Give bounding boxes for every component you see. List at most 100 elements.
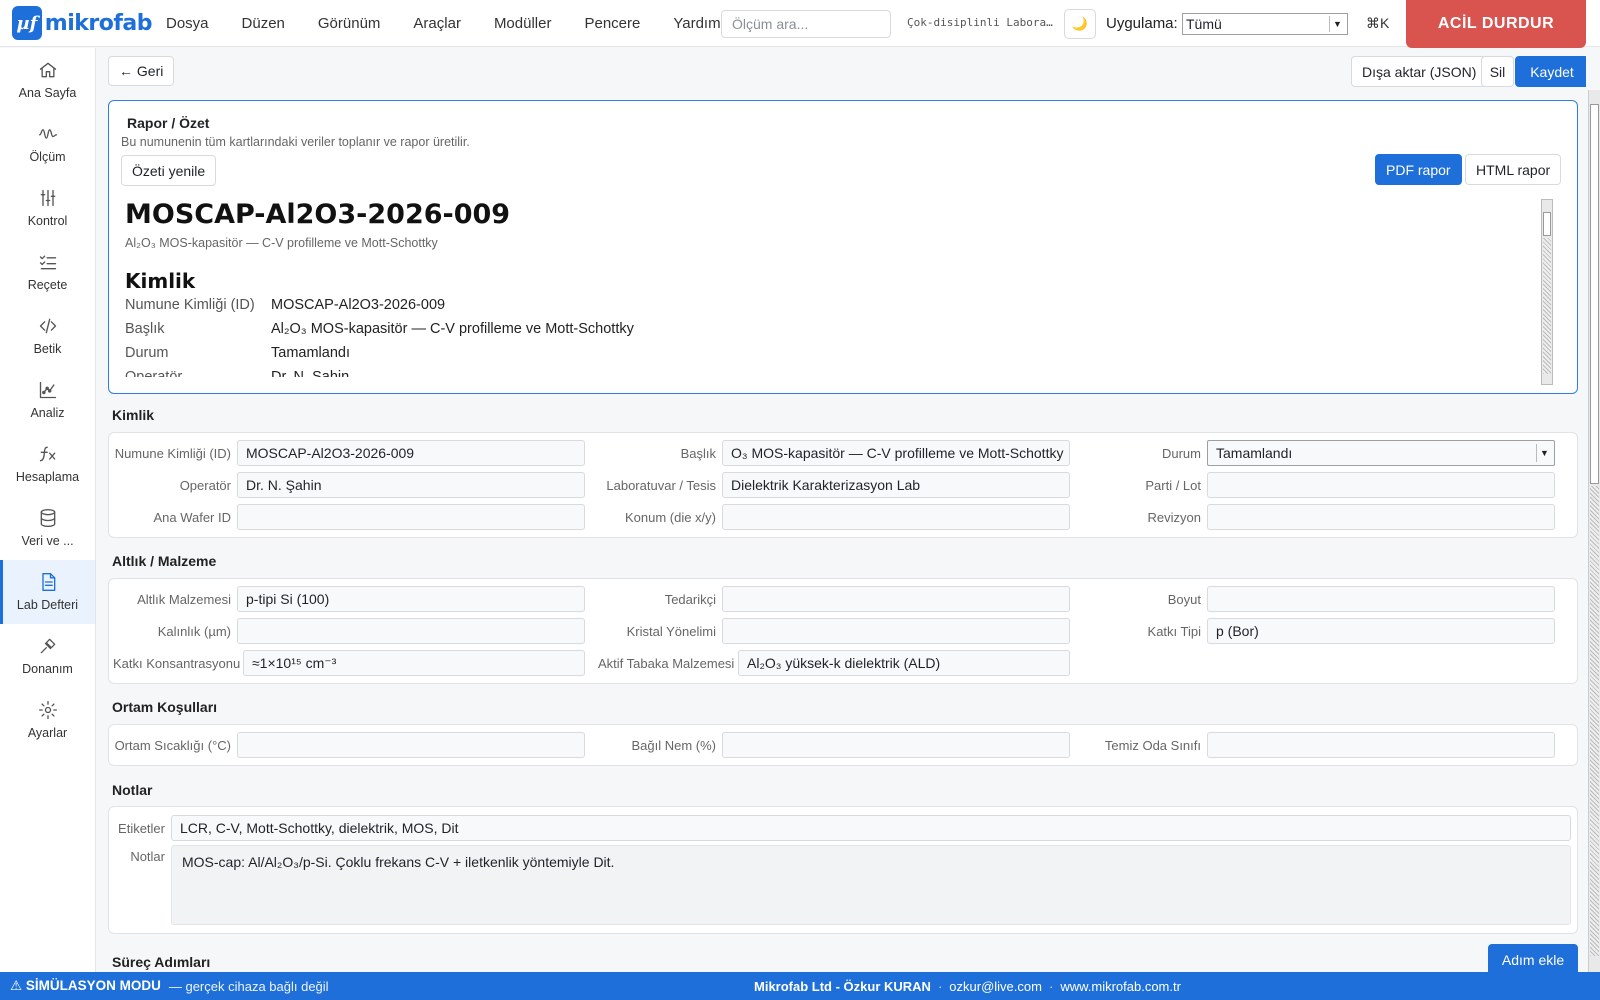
- sidebar-item-label: Hesaplama: [15, 470, 80, 484]
- humidity-field: Bağıl Nem (%): [598, 732, 1070, 758]
- html-report-button[interactable]: HTML rapor: [1465, 154, 1562, 185]
- status-bar: ⚠ SİMÜLASYON MODU — gerçek cihaza bağlı …: [0, 972, 1600, 1000]
- preview-row: Durum Tamamlandı: [125, 345, 350, 361]
- app-filter-select[interactable]: Tümü ▼: [1182, 13, 1348, 35]
- app-logo[interactable]: µf mikrofab: [12, 6, 153, 40]
- sidebar-item-settings[interactable]: Ayarlar: [0, 688, 95, 752]
- notes-card: Etiketler LCR, C-V, Mott-Schottky, diele…: [108, 806, 1578, 934]
- save-button[interactable]: Kaydet: [1515, 56, 1586, 87]
- search-input[interactable]: [721, 10, 891, 38]
- logo-badge: µf: [12, 6, 42, 40]
- humidity-input[interactable]: [722, 732, 1070, 758]
- command-palette-shortcut[interactable]: ⌘K: [1366, 15, 1389, 32]
- pdf-report-button[interactable]: PDF rapor: [1375, 154, 1462, 185]
- sidebar-item-script[interactable]: Betik: [0, 304, 95, 368]
- wafer-field: Ana Wafer ID: [113, 504, 585, 530]
- report-preview[interactable]: MOSCAP-Al2O3-2026-009 Al₂O₃ MOS-kapasitö…: [117, 191, 1549, 377]
- preview-key: Başlık: [125, 321, 165, 337]
- notes-textarea[interactable]: MOS-cap: Al/Al₂O₃/p-Si. Çoklu frekans C-…: [171, 845, 1571, 925]
- report-title: Rapor / Özet: [127, 115, 210, 131]
- field-label: Notlar: [130, 849, 165, 864]
- dopant-concentration-input[interactable]: ≈1×10¹⁵ cm⁻³: [243, 650, 585, 676]
- menu-view[interactable]: Görünüm: [318, 15, 381, 32]
- field-label: Kalınlık (µm): [157, 623, 231, 639]
- size-input[interactable]: [1207, 586, 1555, 612]
- menu-window[interactable]: Pencere: [584, 15, 640, 32]
- moon-icon: 🌙: [1071, 16, 1089, 31]
- waveform-icon: [38, 129, 57, 139]
- scrollbar-track: [1543, 238, 1551, 374]
- home-icon: [39, 62, 56, 78]
- menu-edit[interactable]: Düzen: [242, 15, 285, 32]
- sidebar-item-calculation[interactable]: Hesaplama: [0, 432, 95, 496]
- menu-modules[interactable]: Modüller: [494, 15, 552, 32]
- active-layer-input[interactable]: Al₂O₃ yüksek-k dielektrik (ALD): [738, 650, 1070, 676]
- refresh-summary-button[interactable]: Özeti yenile: [121, 155, 217, 186]
- preview-row: Numune Kimliği (ID) MOSCAP-Al2O3-2026-00…: [125, 297, 445, 313]
- wafer-input[interactable]: [237, 504, 585, 530]
- environment-section-title: Ortam Koşulları: [112, 699, 218, 715]
- supplier-input[interactable]: [722, 586, 1070, 612]
- cleanroom-class-input[interactable]: [1207, 732, 1555, 758]
- sidebar-item-recipe[interactable]: Reçete: [0, 240, 95, 304]
- emergency-stop-button[interactable]: ACİL DURDUR: [1406, 0, 1586, 48]
- preview-row: Operatör Dr. N. Şahin: [125, 369, 349, 377]
- menu-file[interactable]: Dosya: [166, 15, 209, 32]
- separator: ·: [1048, 979, 1054, 994]
- sidebar-item-label: Ayarlar: [27, 726, 68, 740]
- menu-help[interactable]: Yardım: [673, 15, 720, 32]
- sidebar-item-home[interactable]: Ana Sayfa: [0, 48, 95, 112]
- notes-field: Notlar MOS-cap: Al/Al₂O₃/p-Si. Çoklu fre…: [115, 845, 1571, 925]
- ambient-temperature-input[interactable]: [237, 732, 585, 758]
- orientation-field: Kristal Yönelimi: [598, 618, 1070, 644]
- sidebar-item-hardware[interactable]: Donanım: [0, 624, 95, 688]
- lot-input[interactable]: [1207, 472, 1555, 498]
- operator-input[interactable]: Dr. N. Şahin: [237, 472, 585, 498]
- scrollbar-thumb[interactable]: [1590, 104, 1599, 484]
- page-scrollbar[interactable]: [1588, 90, 1600, 972]
- revision-input[interactable]: [1207, 504, 1555, 530]
- field-label: Bağıl Nem (%): [631, 737, 716, 753]
- preview-key: Operatör: [125, 369, 183, 377]
- sidebar-item-lab-notebook[interactable]: Lab Defteri: [0, 560, 95, 624]
- status-select[interactable]: Tamamlandı ▼: [1207, 440, 1555, 466]
- active-layer-field: Aktif Tabaka Malzemesi Al₂O₃ yüksek-k di…: [598, 650, 1070, 676]
- thickness-input[interactable]: [237, 618, 585, 644]
- sidebar-item-analysis[interactable]: Analiz: [0, 368, 95, 432]
- dopant-type-input[interactable]: p (Bor): [1207, 618, 1555, 644]
- export-json-button[interactable]: Dışa aktar (JSON): [1351, 56, 1488, 87]
- preview-key: Numune Kimliği (ID): [125, 297, 255, 313]
- field-label: Katkı Tipi: [1147, 623, 1201, 639]
- website-link[interactable]: www.mikrofab.com.tr: [1060, 979, 1181, 994]
- add-step-button[interactable]: Adım ekle: [1488, 944, 1578, 972]
- sidebar-item-label: Lab Defteri: [16, 598, 79, 612]
- sidebar-item-measurement[interactable]: Ölçüm: [0, 112, 95, 176]
- supplier-field: Tedarikçi: [598, 586, 1070, 612]
- title-input[interactable]: O₃ MOS-kapasitör — C-V profilleme ve Mot…: [722, 440, 1070, 466]
- contact-email[interactable]: ozkur@live.com: [949, 979, 1042, 994]
- preview-row: Başlık Al₂O₃ MOS-kapasitör — C-V profill…: [125, 321, 634, 337]
- delete-button[interactable]: Sil: [1481, 56, 1514, 87]
- orientation-input[interactable]: [722, 618, 1070, 644]
- menu-tools[interactable]: Araçlar: [413, 15, 461, 32]
- field-label: Ana Wafer ID: [153, 509, 231, 525]
- location-input[interactable]: [722, 504, 1070, 530]
- scrollbar-thumb[interactable]: [1543, 212, 1551, 236]
- back-button[interactable]: ← Geri: [108, 56, 175, 86]
- preview-value: MOSCAP-Al2O3-2026-009: [271, 297, 446, 313]
- preview-scrollbar[interactable]: [1541, 199, 1553, 385]
- field-label: Aktif Tabaka Malzemesi: [598, 655, 735, 671]
- sample-id-input[interactable]: MOSCAP-Al2O3-2026-009: [237, 440, 585, 466]
- tags-input[interactable]: LCR, C-V, Mott-Schottky, dielektrik, MOS…: [171, 815, 1571, 841]
- thickness-field: Kalınlık (µm): [113, 618, 585, 644]
- substrate-material-input[interactable]: p-tipi Si (100): [237, 586, 585, 612]
- lab-input[interactable]: Dielektrik Karakterizasyon Lab: [722, 472, 1070, 498]
- sidebar-item-control[interactable]: Kontrol: [0, 176, 95, 240]
- sidebar-item-data[interactable]: Veri ve ...: [0, 496, 95, 560]
- field-label: Konum (die x/y): [624, 509, 716, 525]
- field-label: Numune Kimliği (ID): [114, 445, 231, 461]
- theme-toggle-button[interactable]: 🌙: [1064, 9, 1096, 39]
- preview-key: Durum: [125, 345, 169, 361]
- sidebar-item-label: Analiz: [30, 406, 65, 420]
- notebook-icon: [41, 573, 55, 591]
